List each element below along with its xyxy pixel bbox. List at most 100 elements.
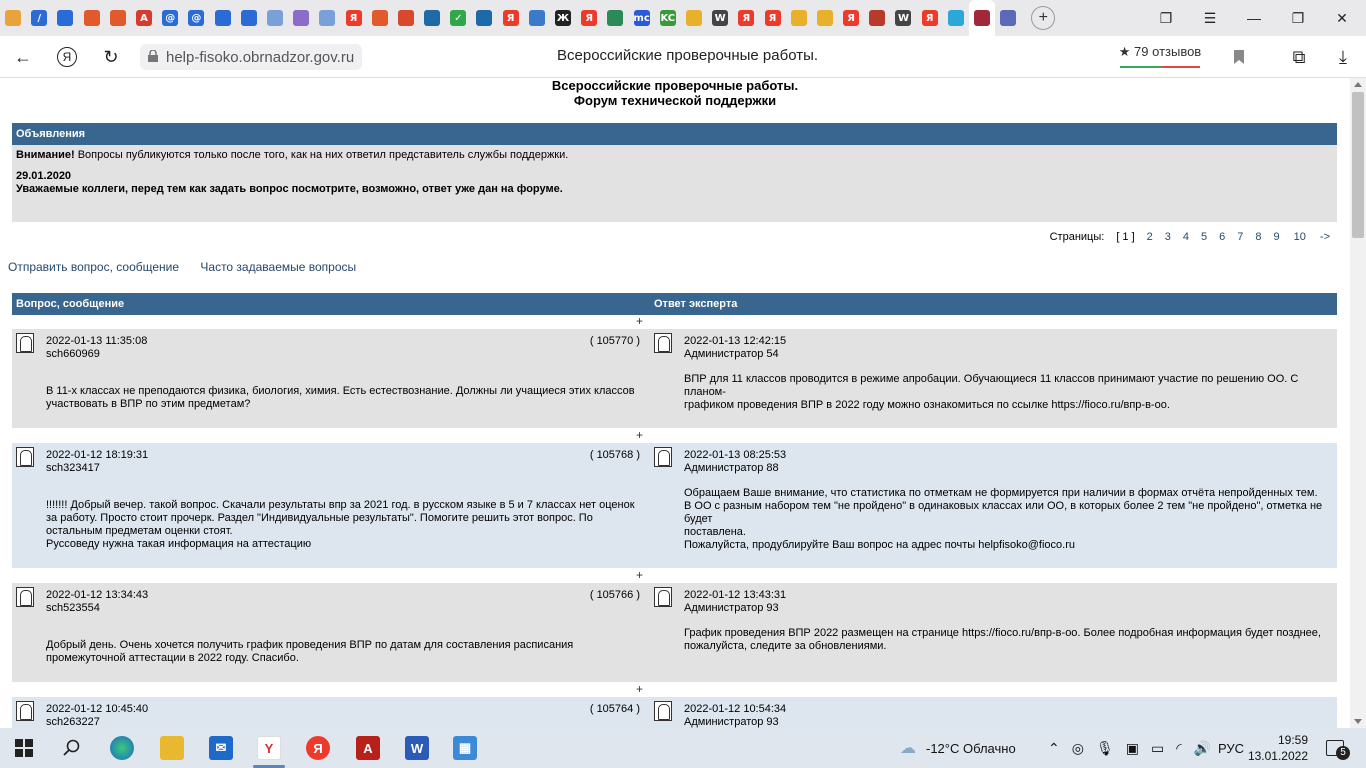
pagination-link[interactable]: 3: [1165, 231, 1171, 243]
browser-tab[interactable]: [524, 0, 550, 36]
browser-tab[interactable]: W: [890, 0, 916, 36]
url-field[interactable]: help-fisoko.obrnadzor.gov.ru: [140, 44, 363, 70]
wifi-icon[interactable]: ◜: [1176, 740, 1181, 757]
browser-tab[interactable]: Я: [759, 0, 785, 36]
expand-plus[interactable]: +: [636, 428, 643, 442]
search-icon[interactable]: [60, 736, 84, 760]
mail-app-icon[interactable]: ✉: [209, 736, 233, 760]
camera-icon[interactable]: ◎: [1072, 740, 1084, 757]
minimize-button[interactable]: —: [1232, 0, 1276, 36]
pagination-link[interactable]: ->: [1320, 231, 1330, 243]
browser-tab[interactable]: mc: [629, 0, 655, 36]
yandex-browser-icon[interactable]: Y: [257, 736, 281, 760]
reload-button[interactable]: ↻: [96, 42, 126, 72]
browser-tab[interactable]: [419, 0, 445, 36]
pagination-link[interactable]: 9: [1274, 231, 1280, 243]
weather-widget[interactable]: ☁ -12°C Облачно: [900, 728, 1016, 768]
scrollbar-thumb[interactable]: [1352, 92, 1364, 238]
browser-tab[interactable]: [786, 0, 812, 36]
reviews-badge[interactable]: ★ 79 отзывов: [1118, 44, 1202, 68]
battery-icon[interactable]: ▭: [1151, 740, 1164, 757]
attention-text: Вопросы публикуются только после того, к…: [74, 149, 569, 161]
pagination-link[interactable]: 2: [1147, 231, 1153, 243]
browser-tab[interactable]: [864, 0, 890, 36]
browser-tab[interactable]: A: [131, 0, 157, 36]
download-icon[interactable]: ⤓: [1328, 42, 1358, 72]
chevron-up-icon[interactable]: ⌃: [1048, 740, 1060, 757]
pagination-link[interactable]: 7: [1237, 231, 1243, 243]
browser-menu-icon[interactable]: ☰: [1188, 0, 1232, 36]
faq-link[interactable]: Часто задаваемые вопросы: [200, 260, 356, 274]
send-question-link[interactable]: Отправить вопрос, сообщение: [8, 260, 179, 274]
language-indicator[interactable]: РУС: [1218, 728, 1244, 768]
browser-tab[interactable]: [314, 0, 340, 36]
acrobat-icon[interactable]: A: [356, 736, 380, 760]
browser-tab[interactable]: Ж: [550, 0, 576, 36]
site-title: Всероссийские проверочные работы. Форум …: [0, 78, 1350, 108]
browser-tab[interactable]: [0, 0, 26, 36]
browser-tab[interactable]: [79, 0, 105, 36]
text-line: промежуточной аттестации в 2022 году. Сп…: [46, 652, 299, 664]
pagination-link[interactable]: 10: [1294, 231, 1306, 243]
photos-icon[interactable]: ▦: [453, 736, 477, 760]
browser-tab[interactable]: @: [183, 0, 209, 36]
browser-tab[interactable]: [943, 0, 969, 36]
microphone-icon[interactable]: 🎙: [1096, 740, 1114, 757]
network-icon[interactable]: ▣: [1126, 740, 1139, 757]
word-icon[interactable]: W: [405, 736, 429, 760]
tab-manager-icon[interactable]: ❐: [1144, 0, 1188, 36]
browser-tab[interactable]: [288, 0, 314, 36]
pagination-link[interactable]: 4: [1183, 231, 1189, 243]
scroll-up-arrow[interactable]: [1354, 82, 1362, 87]
clock[interactable]: 19:59 13.01.2022: [1248, 728, 1308, 768]
browser-tab[interactable]: [210, 0, 236, 36]
notifications-button[interactable]: 5: [1326, 728, 1350, 768]
browser-tab[interactable]: KC: [655, 0, 681, 36]
back-button[interactable]: ←: [8, 42, 38, 72]
pagination-link[interactable]: 5: [1201, 231, 1207, 243]
scroll-down-arrow[interactable]: [1354, 719, 1362, 724]
restore-button[interactable]: ❐: [1276, 0, 1320, 36]
yandex-app-icon[interactable]: Я: [306, 736, 330, 760]
edge-icon[interactable]: [110, 736, 134, 760]
wheel-icon: [109, 10, 126, 26]
browser-tab[interactable]: [105, 0, 131, 36]
extensions-icon[interactable]: ⧉: [1284, 42, 1314, 72]
browser-tab[interactable]: [995, 0, 1021, 36]
start-icon[interactable]: [12, 736, 36, 760]
close-window-button[interactable]: ✕: [1320, 0, 1364, 36]
browser-tab[interactable]: [681, 0, 707, 36]
pagination-link[interactable]: 8: [1255, 231, 1261, 243]
browser-tab[interactable]: Я: [340, 0, 366, 36]
expand-plus[interactable]: +: [636, 682, 643, 696]
browser-tab[interactable]: [471, 0, 497, 36]
browser-tab[interactable]: [812, 0, 838, 36]
pagination-link[interactable]: 6: [1219, 231, 1225, 243]
browser-tab[interactable]: [602, 0, 628, 36]
browser-tab[interactable]: [52, 0, 78, 36]
browser-tab[interactable]: Я: [733, 0, 759, 36]
browser-tab[interactable]: /: [26, 0, 52, 36]
volume-icon[interactable]: 🔊: [1194, 740, 1211, 757]
new-tab-button[interactable]: +: [1031, 6, 1056, 30]
browser-tab[interactable]: [393, 0, 419, 36]
expand-plus[interactable]: +: [636, 314, 643, 328]
browser-tab[interactable]: [968, 0, 996, 36]
yandex-icon[interactable]: Я: [52, 42, 82, 72]
text-line: Руссоведу нужна такая информация на атте…: [46, 538, 312, 550]
browser-tab[interactable]: W: [707, 0, 733, 36]
browser-tab[interactable]: Я: [917, 0, 943, 36]
browser-tab[interactable]: [367, 0, 393, 36]
browser-tab[interactable]: [236, 0, 262, 36]
browser-tab[interactable]: [262, 0, 288, 36]
bookmark-icon[interactable]: [1224, 42, 1254, 72]
expand-plus[interactable]: +: [636, 568, 643, 582]
file-explorer-icon[interactable]: [160, 736, 184, 760]
vertical-scrollbar[interactable]: [1350, 78, 1366, 728]
browser-tab[interactable]: @: [157, 0, 183, 36]
browser-tab[interactable]: ✓: [445, 0, 471, 36]
browser-tab[interactable]: Я: [838, 0, 864, 36]
browser-tab[interactable]: Я: [576, 0, 602, 36]
browser-tab[interactable]: Я: [498, 0, 524, 36]
mountain-icon: [685, 10, 702, 26]
